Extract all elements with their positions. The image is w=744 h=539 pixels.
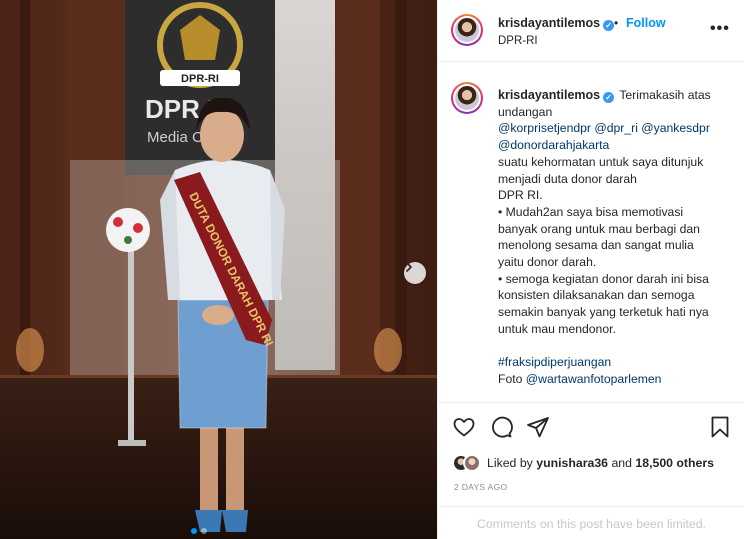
verified-badge-icon: ✓: [603, 92, 615, 103]
caption-line: yaitu donor darah.: [498, 255, 597, 270]
post-actions: [438, 402, 744, 450]
heart-icon[interactable]: [452, 415, 476, 439]
likes-count[interactable]: 18,500 others: [635, 456, 714, 470]
carousel-dot: [201, 528, 207, 534]
post-caption: krisdayantilemos ✓ Terimakasih atas undan…: [438, 62, 744, 402]
emblem-text: DPR-RI: [181, 73, 219, 85]
caption-line: menolong sesama dan sangat mulia: [498, 238, 694, 253]
caption-line: Terimakasih atas: [619, 88, 711, 102]
caption-line: suatu kehormatan untuk saya ditunjuk: [498, 154, 704, 169]
follow-button[interactable]: Follow: [626, 16, 666, 30]
caption-line: DPR RI.: [498, 188, 543, 203]
separator-dot: •: [614, 16, 619, 30]
caption-line: menjadi duta donor darah: [498, 171, 637, 186]
post-timestamp[interactable]: 2 DAYS AGO: [454, 482, 507, 492]
caption-line: • semoga kegiatan donor darah ini bisa: [498, 271, 709, 286]
caption-line: untuk mau mendonor.: [498, 321, 616, 336]
caption-line: konsisten dilaksanakan dan semoga: [498, 288, 695, 303]
photo-scene: DPR-RI DPR RI Media Center DUTA DONOR DA…: [0, 0, 437, 539]
post-header: krisdayantilemos ✓ • Follow DPR-RI •••: [438, 0, 744, 62]
caption-line: undangan: [498, 104, 553, 119]
post-photo[interactable]: DPR-RI DPR RI Media Center DUTA DONOR DA…: [0, 0, 437, 539]
photo-credit-handle[interactable]: @wartawanfotoparlemen: [526, 372, 662, 386]
caption-line: banyak orang untuk mau berbagi dan: [498, 221, 700, 236]
verified-badge-icon: ✓: [603, 20, 615, 31]
liker-username[interactable]: yunishara36: [536, 456, 608, 470]
carousel-indicators: [191, 528, 207, 534]
share-icon[interactable]: [526, 415, 550, 439]
caption-avatar[interactable]: [451, 82, 483, 114]
likes-text: Liked by yunishara36 and 18,500 others: [487, 456, 714, 470]
carousel-next-button[interactable]: [404, 262, 426, 284]
carousel-dot-active: [191, 528, 197, 534]
caption-text: krisdayantilemos ✓ Terimakasih atas undan…: [498, 87, 738, 388]
bookmark-icon[interactable]: [708, 415, 732, 439]
liker-avatar: [463, 454, 481, 472]
caption-line: • Mudah2an saya bisa memotivasi: [498, 204, 684, 219]
author-avatar[interactable]: [451, 14, 483, 46]
more-options-icon[interactable]: •••: [710, 20, 730, 38]
photo-credit-label: Foto: [498, 371, 523, 386]
caption-username[interactable]: krisdayantilemos ✓: [498, 88, 615, 103]
chevron-right-icon: [406, 262, 412, 272]
post-location[interactable]: DPR-RI: [498, 35, 538, 47]
author-username[interactable]: krisdayantilemos ✓: [498, 16, 615, 31]
comment-icon[interactable]: [489, 415, 513, 439]
caption-mentions[interactable]: @korprisetjendpr @dpr_ri @yankesdpr: [498, 120, 738, 137]
likes-summary[interactable]: Liked by yunishara36 and 18,500 others: [452, 451, 714, 475]
comments-limited-notice: Comments on this post have been limited.: [438, 506, 744, 539]
caption-mention[interactable]: @donordarahjakarta: [498, 137, 738, 154]
caption-hashtag[interactable]: #fraksipdiperjuangan: [498, 354, 738, 371]
caption-line: semakin banyak yang terketuk hati nya: [498, 305, 709, 320]
post-side-panel: krisdayantilemos ✓ • Follow DPR-RI ••• kr…: [437, 0, 744, 539]
